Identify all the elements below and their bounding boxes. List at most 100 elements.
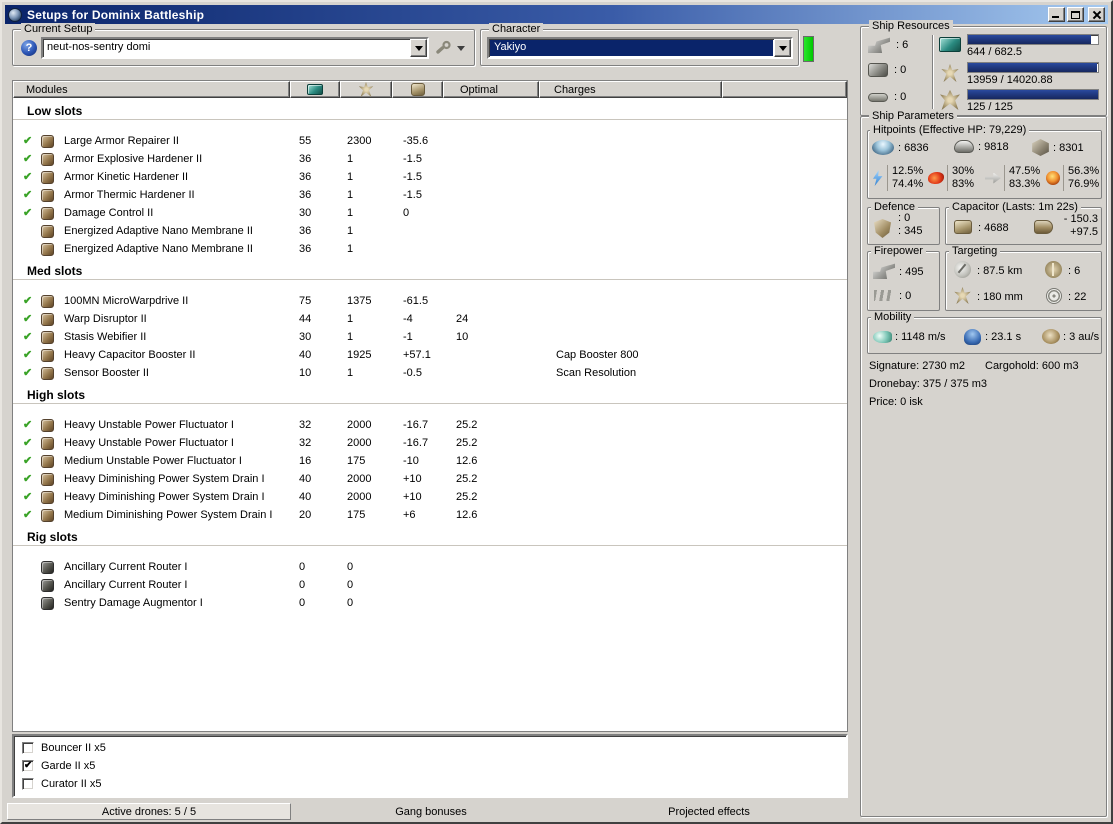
column-header-filler <box>722 81 847 98</box>
warp-speed-icon <box>1042 329 1060 344</box>
drone-bandwidth-icon <box>940 90 960 110</box>
module-name: Medium Unstable Power Fluctuator I <box>64 455 242 467</box>
setup-combobox[interactable]: neut-nos-sentry domi <box>41 37 429 59</box>
setup-dropdown-arrow[interactable] <box>410 39 427 57</box>
character-combobox[interactable]: Yakiyo <box>487 37 793 59</box>
module-active-check-icon <box>13 456 41 467</box>
sensor-strength-value: : 22 <box>1068 291 1087 303</box>
module-capacitor-value: +6 <box>403 509 416 521</box>
module-row[interactable]: Stasis Webifier II 30 1 -1 10 <box>13 328 847 346</box>
module-icon <box>41 330 54 344</box>
module-row[interactable]: Heavy Diminishing Power System Drain I 40… <box>13 470 847 488</box>
module-cpu-value: 55 <box>299 135 312 147</box>
module-row[interactable]: Medium Diminishing Power System Drain I 2… <box>13 506 847 524</box>
module-row[interactable]: Sensor Booster II 10 1 -0.5 Scan Resolution <box>13 364 847 382</box>
module-row[interactable]: Ancillary Current Router I 0 0 <box>13 576 847 594</box>
module-powergrid-value: 1 <box>347 171 354 183</box>
setup-tools-button[interactable] <box>432 38 470 58</box>
close-button[interactable] <box>1088 7 1105 22</box>
setup-combobox-value: neut-nos-sentry domi <box>47 41 151 53</box>
drone-checkbox[interactable] <box>22 760 34 772</box>
module-name-cell: Heavy Unstable Power Fluctuator I <box>13 436 290 450</box>
thermal-resist-icon <box>1046 171 1060 185</box>
module-charges-value: Scan Resolution <box>556 367 637 379</box>
module-name: Armor Thermic Hardener II <box>64 189 195 201</box>
module-powergrid-value: 1 <box>347 313 354 325</box>
help-icon[interactable] <box>21 40 37 56</box>
capacitor-amount-icon <box>954 220 972 234</box>
column-header-charges[interactable]: Charges <box>539 81 722 98</box>
column-header-powergrid[interactable] <box>340 81 392 98</box>
module-row[interactable]: Armor Explosive Hardener II 36 1 -1.5 <box>13 150 847 168</box>
rig-slots-icon <box>868 92 888 102</box>
statusbar-projected-effects[interactable]: Projected effects <box>569 802 849 821</box>
module-powergrid-value: 0 <box>347 597 354 609</box>
module-capacitor-value: -1.5 <box>403 189 422 201</box>
module-row[interactable]: Energized Adaptive Nano Membrane II 36 1 <box>13 222 847 240</box>
module-name: Sensor Booster II <box>64 367 149 379</box>
module-row[interactable]: Armor Kinetic Hardener II 36 1 -1.5 <box>13 168 847 186</box>
module-name: Energized Adaptive Nano Membrane II <box>64 243 253 255</box>
drone-row[interactable]: Bouncer II x5 <box>14 739 846 757</box>
minimize-button[interactable] <box>1048 7 1065 22</box>
statusbar-active-drones[interactable]: Active drones: 5 / 5 <box>7 803 291 820</box>
module-row[interactable]: 100MN MicroWarpdrive II 75 1375 -61.5 <box>13 292 847 310</box>
column-header-modules[interactable]: Modules <box>13 81 290 98</box>
column-header-cpu[interactable] <box>290 81 340 98</box>
targeting-range-value: : 87.5 km <box>977 265 1023 277</box>
module-row[interactable]: Heavy Unstable Power Fluctuator I 32 2000 -… <box>13 434 847 452</box>
module-name: Heavy Diminishing Power System Drain I <box>64 473 265 485</box>
module-row[interactable]: Damage Control II 30 1 0 <box>13 204 847 222</box>
armor-icon <box>954 140 974 153</box>
module-row[interactable]: Armor Thermic Hardener II 36 1 -1.5 <box>13 186 847 204</box>
module-capacitor-value: -1 <box>403 331 413 343</box>
module-row[interactable]: Heavy Diminishing Power System Drain I 40… <box>13 488 847 506</box>
module-row[interactable]: Heavy Unstable Power Fluctuator I 32 2000 -… <box>13 416 847 434</box>
drone-row[interactable]: Garde II x5 <box>14 757 846 775</box>
statusbar-gang-bonuses[interactable]: Gang bonuses <box>293 802 569 821</box>
module-cpu-value: 36 <box>299 225 312 237</box>
module-row[interactable]: Energized Adaptive Nano Membrane II 36 1 <box>13 240 847 258</box>
defence-group: Defence : 0 : 345 <box>867 201 940 245</box>
module-name-cell: Heavy Unstable Power Fluctuator I <box>13 418 290 432</box>
module-row[interactable]: Large Armor Repairer II 55 2300 -35.6 <box>13 132 847 150</box>
module-cpu-value: 20 <box>299 509 312 521</box>
targeting-label: Targeting <box>949 245 1001 257</box>
column-header-optimal[interactable]: Optimal <box>443 81 539 98</box>
module-name: Large Armor Repairer II <box>64 135 179 147</box>
ship-resources-group: Ship Resources : 6 : 0 : 0 644 / 682.5 1… <box>860 20 1107 116</box>
module-name-cell: Sentry Damage Augmentor I <box>13 596 290 610</box>
drone-checkbox[interactable] <box>22 742 34 754</box>
hitpoints-label: Hitpoints (Effective HP: 79,229) <box>870 124 1030 136</box>
module-name-cell: Damage Control II <box>13 206 290 220</box>
character-dropdown-arrow[interactable] <box>774 39 791 57</box>
module-icon <box>41 348 54 362</box>
module-row[interactable]: Heavy Capacitor Booster II 40 1925 +57.1 Cap… <box>13 346 847 364</box>
drone-checkbox[interactable] <box>22 778 34 790</box>
drone-row[interactable]: Curator II x5 <box>14 775 846 793</box>
module-cpu-value: 0 <box>299 579 306 591</box>
module-row[interactable]: Sentry Damage Augmentor I 0 0 <box>13 594 847 612</box>
module-name-cell: Stasis Webifier II <box>13 330 290 344</box>
capacitor-delta-values: - 150.3 +97.5 <box>1058 213 1098 239</box>
em-resist-shield: 12.5% <box>892 165 924 177</box>
module-name-cell: Ancillary Current Router I <box>13 578 290 592</box>
rig-slots-value: : 0 <box>894 91 907 103</box>
maximize-button[interactable] <box>1067 7 1084 22</box>
module-optimal-value: 25.2 <box>456 491 478 503</box>
module-powergrid-value: 1375 <box>347 295 372 307</box>
module-row[interactable]: Warp Disruptor II 44 1 -4 24 <box>13 310 847 328</box>
module-cpu-value: 40 <box>299 491 312 503</box>
ship-parameters-group: Ship Parameters Hitpoints (Effective HP:… <box>860 110 1107 817</box>
module-cpu-value: 30 <box>299 207 312 219</box>
drone-bandwidth-value: 125 / 125 <box>967 101 1013 113</box>
column-header-capacitor[interactable] <box>392 81 443 98</box>
turret-hardpoints: : 6 <box>868 37 908 53</box>
module-row[interactable]: Ancillary Current Router I 0 0 <box>13 558 847 576</box>
module-active-check-icon <box>13 296 41 307</box>
scan-resolution-icon <box>954 287 971 304</box>
armor-hp-value: : 9818 <box>978 140 1009 153</box>
module-row[interactable]: Medium Unstable Power Fluctuator I 16 175 -… <box>13 452 847 470</box>
scan-resolution-value: : 180 mm <box>977 291 1023 303</box>
module-cpu-value: 32 <box>299 419 312 431</box>
